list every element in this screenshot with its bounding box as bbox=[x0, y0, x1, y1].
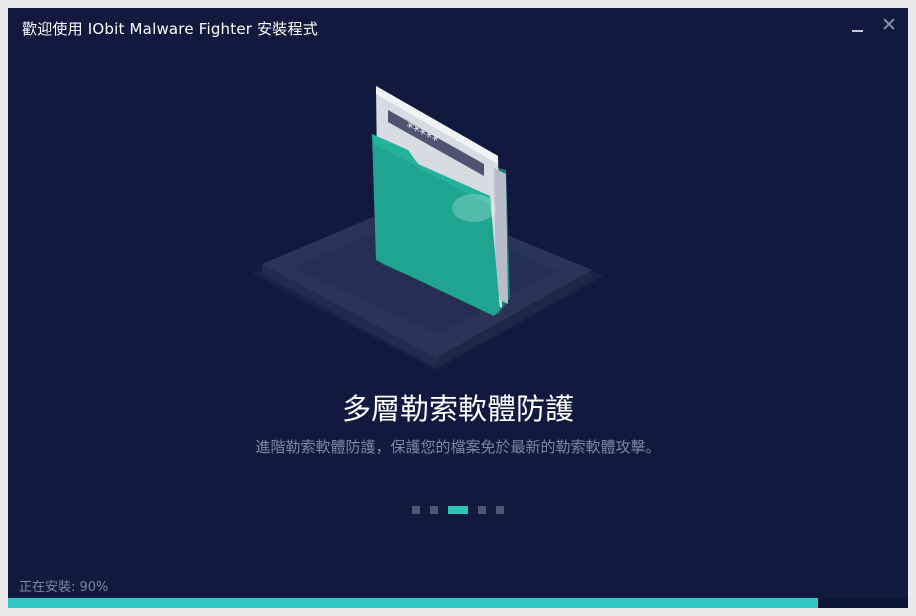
carousel-indicators bbox=[412, 506, 504, 514]
minimize-icon bbox=[852, 30, 863, 32]
carousel-dot[interactable] bbox=[478, 506, 486, 514]
install-progress-fill bbox=[8, 598, 818, 608]
carousel-dot[interactable] bbox=[448, 506, 468, 514]
slide-heading: 多層勒索軟體防護 bbox=[341, 392, 574, 426]
carousel-dot[interactable] bbox=[496, 506, 504, 514]
carousel-dot[interactable] bbox=[430, 506, 438, 514]
ransomware-protection-illustration: ***** bbox=[252, 86, 604, 370]
carousel-dot[interactable] bbox=[412, 506, 420, 514]
installer-window: 歡迎使用 IObit Malware Fighter 安裝程式 ✕ ***** bbox=[8, 8, 908, 608]
install-progress-bar bbox=[8, 598, 908, 608]
window-title: 歡迎使用 IObit Malware Fighter 安裝程式 bbox=[22, 20, 318, 38]
install-status: 正在安裝: 90% bbox=[19, 580, 109, 595]
close-button[interactable]: ✕ bbox=[878, 14, 900, 36]
slide-description: 進階勒索軟體防護，保護您的檔案免於最新的勒索軟體攻擊。 bbox=[255, 438, 661, 456]
minimize-button[interactable] bbox=[846, 14, 868, 36]
close-icon: ✕ bbox=[881, 14, 897, 36]
